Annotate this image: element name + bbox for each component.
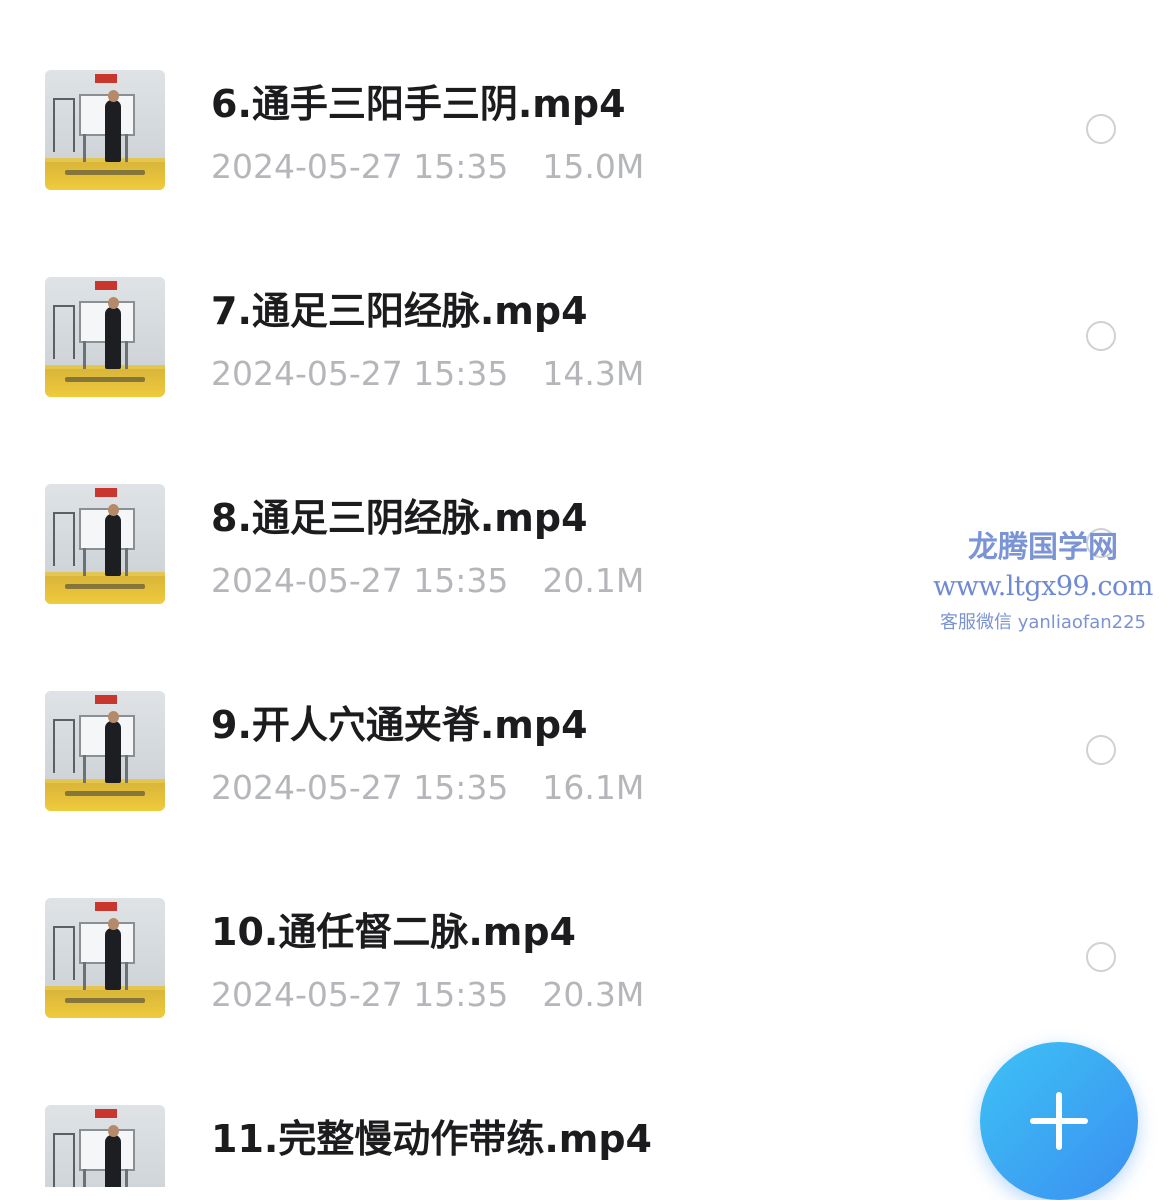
file-row[interactable]: 8.通足三阴经脉.mp4 2024-05-27 15:35 20.1M bbox=[0, 464, 1170, 624]
file-name: 11.完整慢动作带练.mp4 bbox=[211, 1117, 652, 1161]
file-size: 20.1M bbox=[542, 561, 645, 600]
file-size: 20.3M bbox=[542, 975, 645, 1014]
file-size: 14.3M bbox=[542, 354, 645, 393]
file-date: 2024-05-27 15:35 bbox=[211, 354, 509, 393]
file-date: 2024-05-27 15:35 bbox=[211, 561, 509, 600]
file-row[interactable]: 10.通任督二脉.mp4 2024-05-27 15:35 20.3M bbox=[0, 878, 1170, 1038]
video-thumbnail bbox=[45, 691, 165, 811]
file-name: 9.开人穴通夹脊.mp4 bbox=[211, 703, 588, 747]
select-radio[interactable] bbox=[1086, 321, 1116, 351]
file-date: 2024-05-27 15:35 bbox=[211, 975, 509, 1014]
file-meta: 2024-05-27 15:35 14.3M bbox=[211, 354, 644, 394]
file-size: 15.0M bbox=[542, 147, 645, 186]
file-name: 7.通足三阳经脉.mp4 bbox=[211, 289, 588, 333]
select-radio[interactable] bbox=[1086, 942, 1116, 972]
file-date: 2024-05-27 15:35 bbox=[211, 147, 509, 186]
file-name: 8.通足三阴经脉.mp4 bbox=[211, 496, 588, 540]
file-name: 6.通手三阳手三阴.mp4 bbox=[211, 82, 626, 126]
file-row[interactable]: 9.开人穴通夹脊.mp4 2024-05-27 15:35 16.1M bbox=[0, 671, 1170, 831]
file-meta: 2024-05-27 15:35 15.0M bbox=[211, 147, 644, 187]
video-thumbnail bbox=[45, 277, 165, 397]
file-row[interactable]: 7.通足三阳经脉.mp4 2024-05-27 15:35 14.3M bbox=[0, 257, 1170, 417]
add-button[interactable] bbox=[980, 1042, 1138, 1200]
file-size: 16.1M bbox=[542, 768, 645, 807]
select-radio[interactable] bbox=[1086, 528, 1116, 558]
file-name: 10.通任督二脉.mp4 bbox=[211, 910, 576, 954]
file-meta: 2024-05-27 15:35 20.1M bbox=[211, 561, 644, 601]
file-row[interactable]: 6.通手三阳手三阴.mp4 2024-05-27 15:35 15.0M bbox=[0, 50, 1170, 210]
file-meta: 2024-05-27 15:35 20.3M bbox=[211, 975, 644, 1015]
video-thumbnail bbox=[45, 70, 165, 190]
file-date: 2024-05-27 15:35 bbox=[211, 768, 509, 807]
select-radio[interactable] bbox=[1086, 735, 1116, 765]
plus-icon bbox=[1030, 1092, 1088, 1150]
video-thumbnail bbox=[45, 898, 165, 1018]
video-thumbnail bbox=[45, 484, 165, 604]
file-meta: 2024-05-27 15:35 16.1M bbox=[211, 768, 644, 808]
video-thumbnail bbox=[45, 1105, 165, 1187]
file-list: 6.通手三阳手三阴.mp4 2024-05-27 15:35 15.0M 7.通足… bbox=[0, 0, 1170, 1187]
select-radio[interactable] bbox=[1086, 114, 1116, 144]
